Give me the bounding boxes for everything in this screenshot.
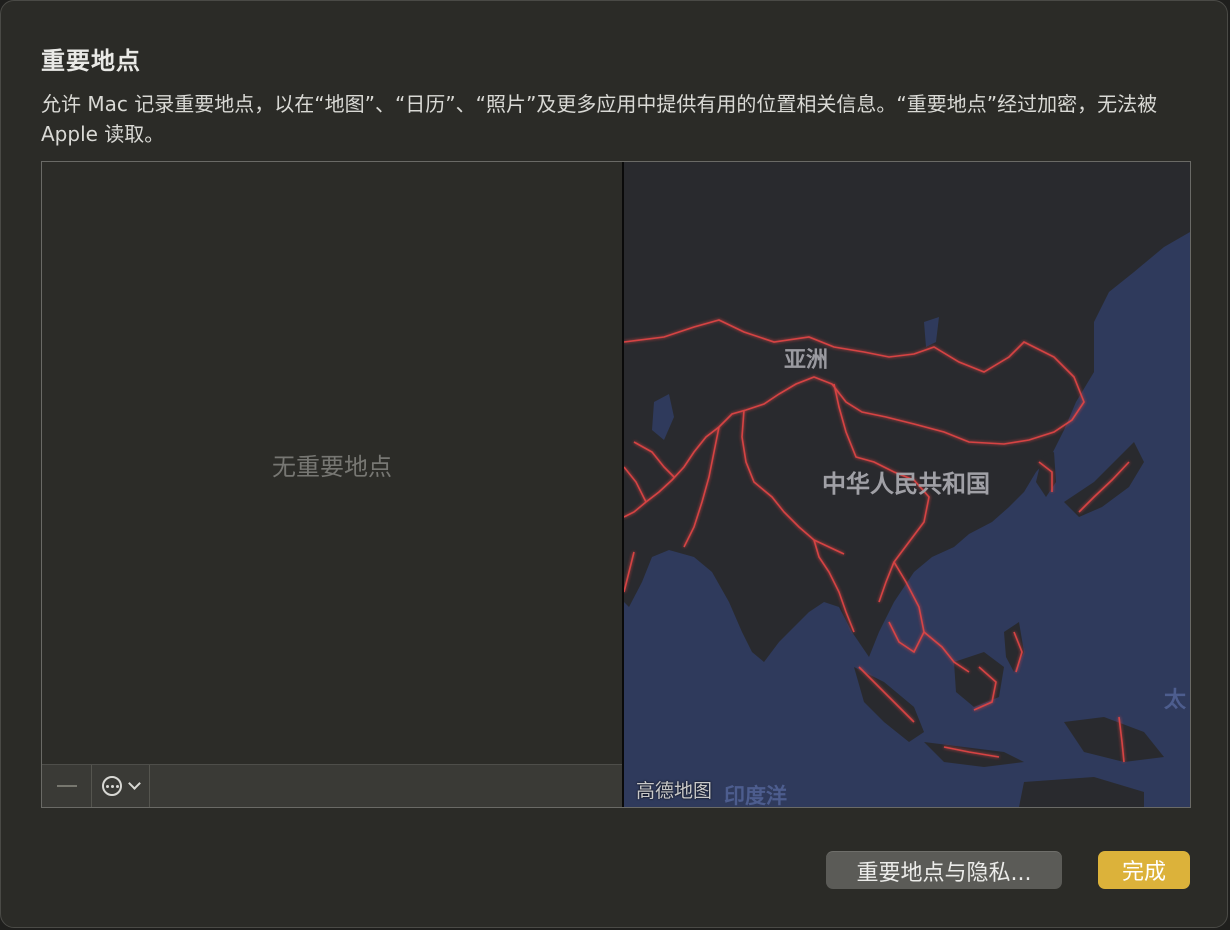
sheet-title: 重要地点 bbox=[41, 47, 141, 75]
locations-content: 无重要地点 亚洲 中华人民共和国 印度洋 太 高德地图 bbox=[41, 161, 1191, 808]
empty-list-text: 无重要地点 bbox=[272, 453, 392, 481]
done-button[interactable]: 完成 bbox=[1098, 851, 1190, 889]
map-label-pacific: 太 bbox=[1164, 688, 1187, 713]
map-label-asia: 亚洲 bbox=[784, 348, 829, 373]
map-view[interactable]: 亚洲 中华人民共和国 印度洋 太 高德地图 bbox=[624, 162, 1190, 807]
remove-button[interactable] bbox=[42, 765, 92, 807]
sheet-description: 允许 Mac 记录重要地点，以在“地图”、“日历”、“照片”及更多应用中提供有用… bbox=[41, 92, 1158, 146]
significant-locations-sheet: 重要地点 允许 Mac 记录重要地点，以在“地图”、“日历”、“照片”及更多应用… bbox=[0, 0, 1228, 928]
ellipsis-circle-icon bbox=[102, 776, 122, 796]
privacy-button[interactable]: 重要地点与隐私... bbox=[826, 851, 1062, 889]
chevron-down-icon bbox=[128, 777, 141, 790]
locations-list[interactable]: 无重要地点 bbox=[42, 162, 624, 807]
map-label-indian-ocean: 印度洋 bbox=[724, 784, 787, 807]
list-toolbar bbox=[42, 764, 622, 807]
more-options-button[interactable] bbox=[92, 765, 150, 807]
map-label-china: 中华人民共和国 bbox=[822, 470, 990, 498]
minus-icon bbox=[56, 785, 77, 787]
map-attribution[interactable]: 高德地图 bbox=[636, 776, 712, 803]
